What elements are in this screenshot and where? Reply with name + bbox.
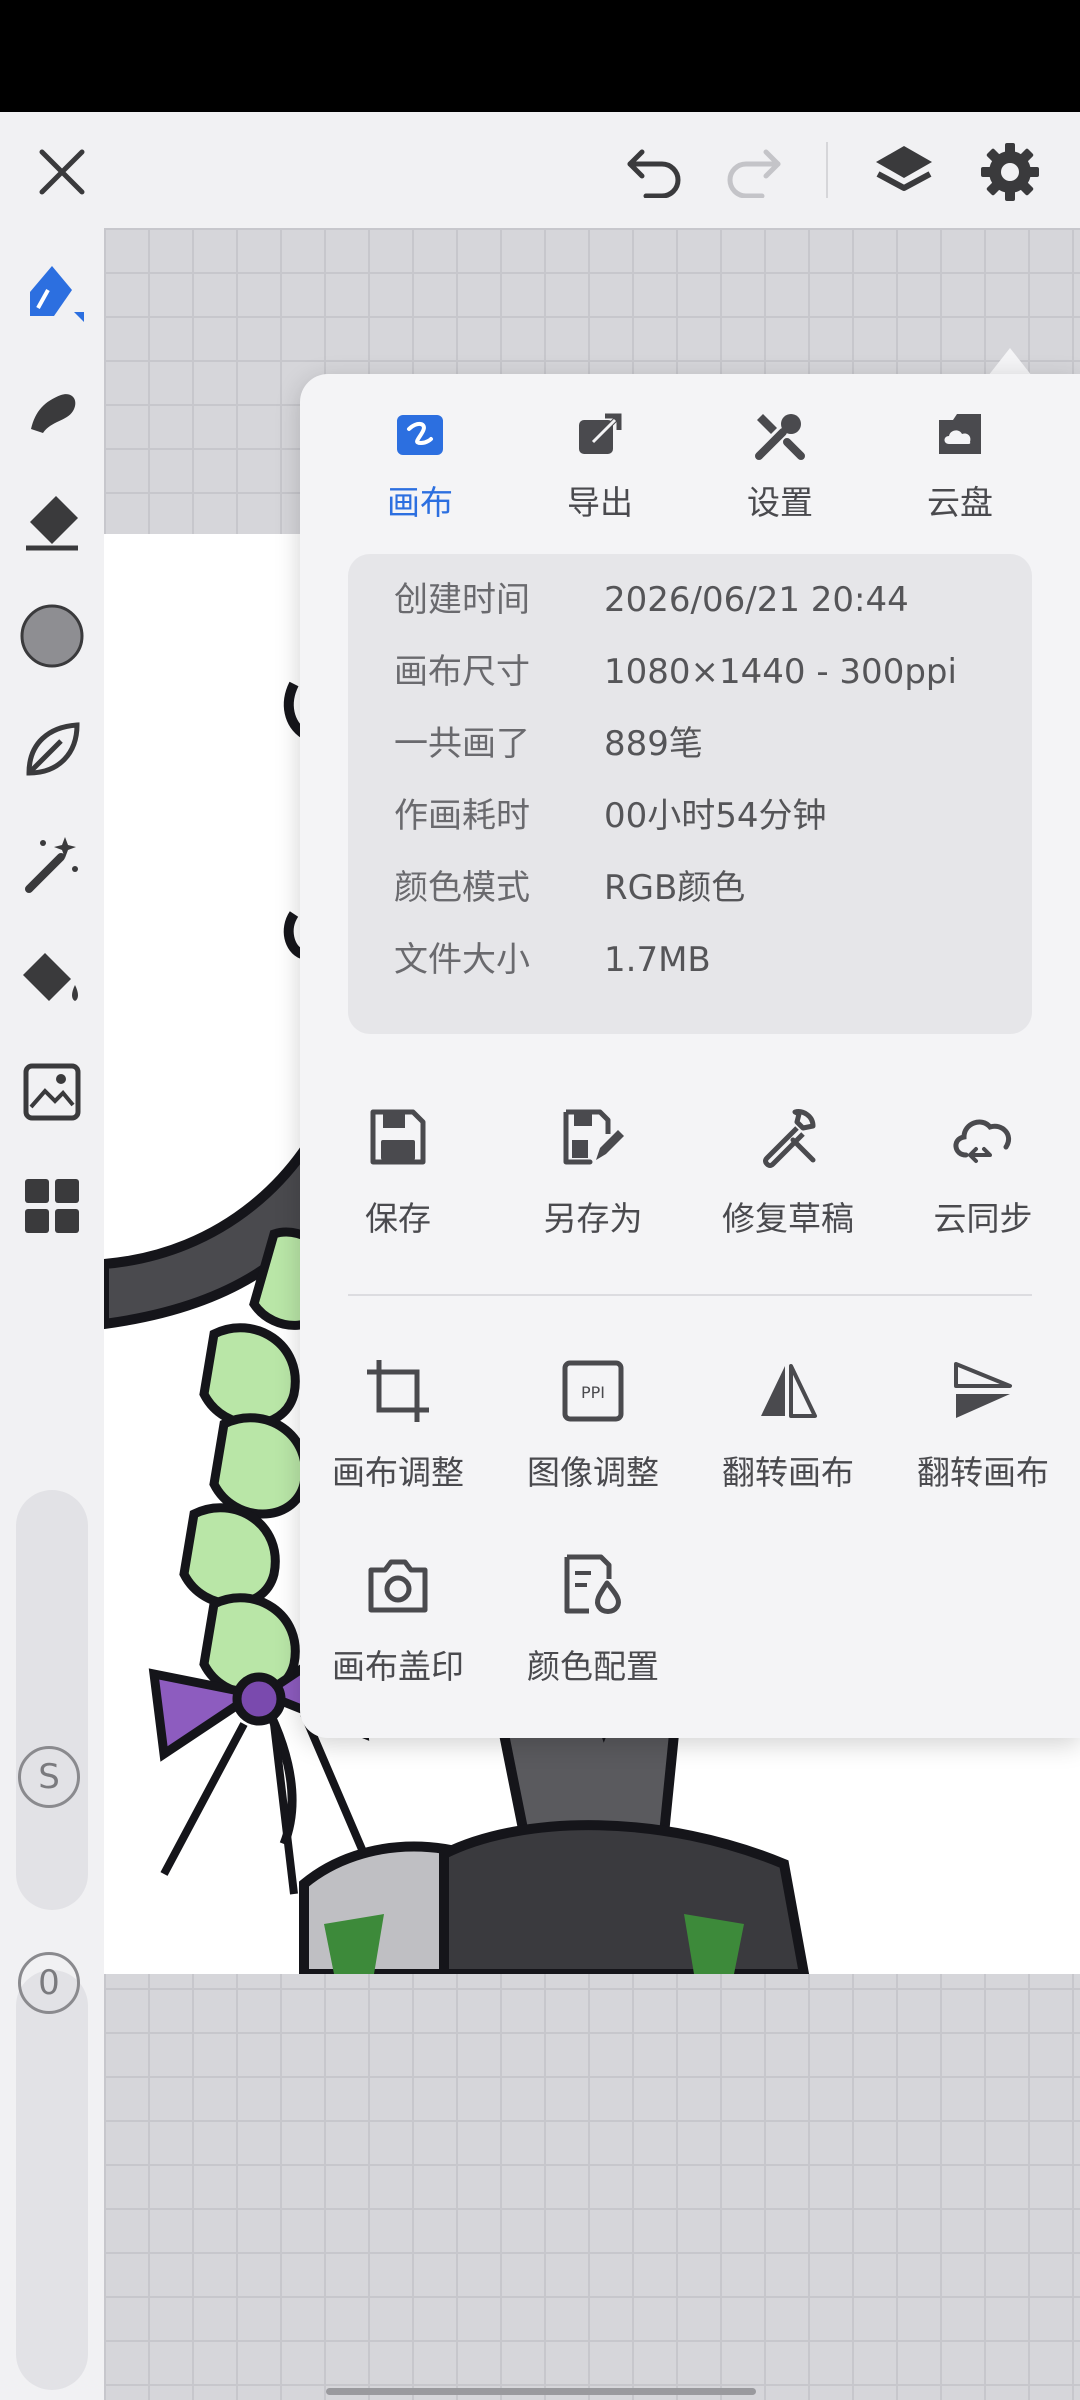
gear-icon: [981, 143, 1039, 201]
color-circle-icon: [20, 604, 84, 668]
crop-icon: [367, 1360, 429, 1422]
save-as-button[interactable]: 另存为: [495, 1092, 691, 1240]
flip-horizontal-label: 翻转画布: [722, 1453, 854, 1492]
fill-tool[interactable]: [12, 938, 92, 1018]
close-icon: [39, 149, 85, 195]
eraser-tool[interactable]: [12, 482, 92, 562]
flip-vertical-label: 翻转画布: [917, 1453, 1049, 1492]
flip-horizontal-button[interactable]: 翻转画布: [690, 1346, 886, 1494]
canvas-adjust-label: 画布调整: [332, 1453, 464, 1492]
close-button[interactable]: [26, 136, 98, 208]
color-profile-icon: [564, 1554, 622, 1614]
brush-size-slider[interactable]: [16, 1490, 88, 1910]
leaf-icon: [26, 722, 80, 776]
smudge-icon: [31, 394, 76, 433]
image-adjust-label: 图像调整: [527, 1453, 659, 1492]
canvas-info-panel: 创建时间 2026/06/21 20:44 画布尺寸 1080×1440 - 300…: [348, 554, 1032, 1034]
canvas-tab-icon: [397, 415, 443, 455]
canvas-stamp-button[interactable]: 画布盖印: [300, 1540, 496, 1688]
export-icon: [579, 413, 622, 454]
paint-bucket-icon: [23, 953, 78, 1001]
svg-text:PPI: PPI: [581, 1383, 605, 1402]
top-bar: [0, 112, 1080, 228]
repair-draft-button[interactable]: 修复草稿: [690, 1092, 886, 1240]
tab-canvas-label: 画布: [387, 483, 453, 522]
save-as-label: 另存为: [543, 1199, 643, 1238]
tab-export-label: 导出: [567, 483, 633, 522]
app: S 0 画布 导出 设置 云盘 创建时间 2026/06/21 20:44 画布…: [0, 112, 1080, 2400]
settings-button[interactable]: [972, 134, 1048, 210]
cloud-sync-label: 云同步: [933, 1199, 1033, 1238]
undo-button[interactable]: [618, 136, 690, 208]
save-icon: [370, 1109, 426, 1165]
redo-icon: [727, 149, 781, 198]
info-row-strokes: 一共画了 889笔: [394, 724, 703, 764]
info-row-color-mode: 颜色模式 RGB颜色: [394, 868, 746, 908]
left-toolbar: S 0: [0, 228, 104, 2400]
eraser-icon: [26, 496, 78, 551]
canvas-stamp-label: 画布盖印: [332, 1647, 464, 1686]
color-profile-label: 颜色配置: [527, 1647, 659, 1686]
brush-icon: [30, 266, 84, 322]
toolbar-separator: [826, 142, 828, 198]
smudge-tool[interactable]: [12, 368, 92, 448]
canvas-settings-popover: 画布 导出 设置 云盘 创建时间 2026/06/21 20:44 画布尺寸 108…: [300, 374, 1080, 1738]
layers-button[interactable]: [866, 134, 942, 210]
canvas-adjust-button[interactable]: 画布调整: [300, 1346, 496, 1494]
tools-settings-icon: [755, 414, 805, 460]
import-image-tool[interactable]: [12, 1052, 92, 1132]
save-label: 保存: [365, 1199, 431, 1238]
grid-icon: [25, 1179, 79, 1233]
tab-settings-label: 设置: [747, 483, 813, 522]
cloud-sync-icon: [953, 1119, 1012, 1163]
flip-horizontal-icon: [761, 1364, 817, 1418]
magic-wand-icon: [25, 837, 78, 893]
redo-button[interactable]: [718, 136, 790, 208]
repair-draft-label: 修复草稿: [722, 1199, 854, 1238]
info-row-size: 画布尺寸 1080×1440 - 300ppi: [394, 652, 957, 692]
ppi-icon: PPI: [562, 1360, 624, 1422]
flip-vertical-icon: [954, 1362, 1012, 1418]
color-swatch[interactable]: [12, 596, 92, 676]
opacity-slider[interactable]: [16, 1970, 88, 2390]
tab-canvas[interactable]: 画布: [350, 404, 490, 534]
info-row-created: 创建时间 2026/06/21 20:44: [394, 580, 909, 620]
home-indicator[interactable]: [326, 2388, 756, 2395]
info-row-duration: 作画耗时 00小时54分钟: [394, 796, 827, 836]
grid-menu-tool[interactable]: [12, 1166, 92, 1246]
leaf-tool[interactable]: [12, 710, 92, 790]
magic-wand-tool[interactable]: [12, 824, 92, 904]
save-button[interactable]: 保存: [300, 1092, 496, 1240]
popover-arrow: [988, 348, 1032, 376]
tab-cloud-label: 云盘: [927, 483, 993, 522]
popover-divider: [348, 1294, 1032, 1296]
cloud-sync-button[interactable]: 云同步: [885, 1092, 1080, 1240]
tab-settings[interactable]: 设置: [710, 404, 850, 534]
opacity-slider-badge: 0: [18, 1952, 80, 2014]
color-profile-button[interactable]: 颜色配置: [495, 1540, 691, 1688]
flip-vertical-button[interactable]: 翻转画布: [885, 1346, 1080, 1494]
wrench-icon: [763, 1109, 816, 1168]
import-image-icon: [23, 1063, 81, 1121]
image-adjust-button[interactable]: PPI 图像调整: [495, 1346, 691, 1494]
camera-icon: [368, 1559, 428, 1613]
info-row-file-size: 文件大小 1.7MB: [394, 940, 711, 980]
cloud-disk-icon: [939, 414, 981, 454]
save-as-icon: [563, 1109, 624, 1165]
layers-icon: [876, 146, 932, 191]
brush-tool[interactable]: [12, 254, 92, 334]
popover-tabs: 画布 导出 设置 云盘: [300, 404, 1080, 534]
tab-export[interactable]: 导出: [530, 404, 670, 534]
tab-cloud[interactable]: 云盘: [890, 404, 1030, 534]
size-slider-badge: S: [18, 1746, 80, 1808]
undo-icon: [627, 149, 681, 198]
